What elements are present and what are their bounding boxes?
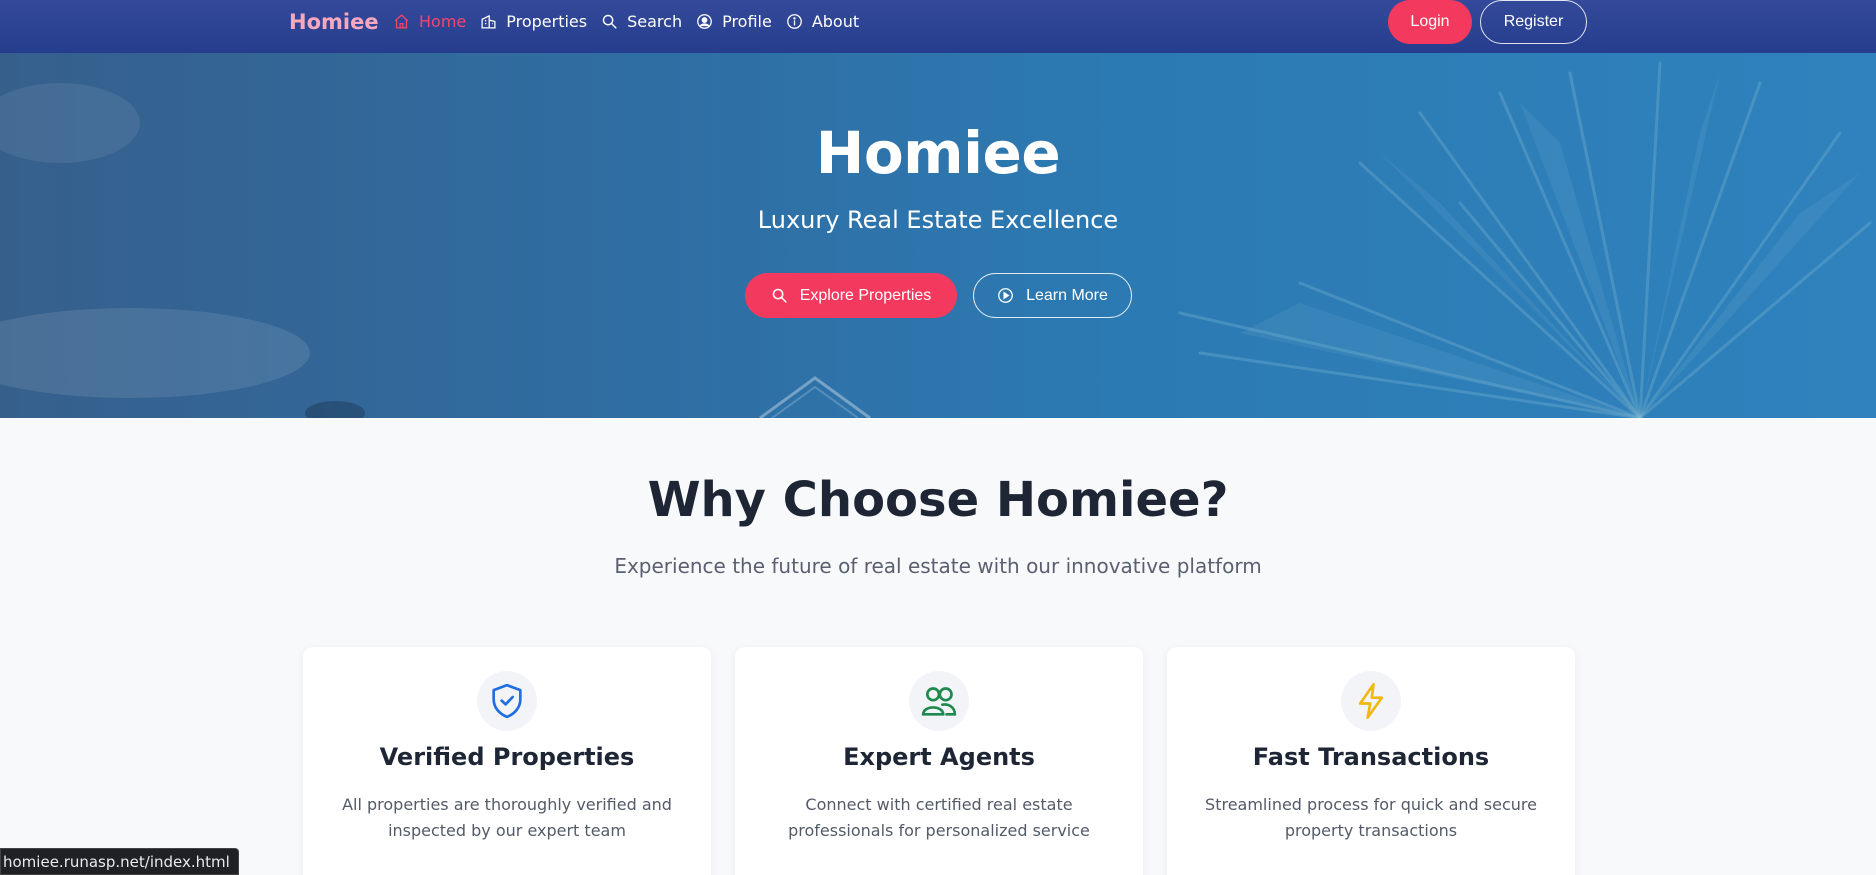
nav-link-label: Properties [506,12,588,31]
feature-card-agents: Expert Agents Connect with certified rea… [735,647,1143,875]
feature-text: Streamlined process for quick and secure… [1205,795,1537,840]
feature-text: All properties are thoroughly verified a… [342,795,672,840]
nav-link-properties[interactable]: Properties [480,12,587,31]
feature-card-verified: Verified Properties All properties are t… [303,647,711,875]
section-title: Why Choose Homiee? [647,472,1229,528]
register-button[interactable]: Register [1480,0,1587,44]
link-status-bar: homiee.runasp.net/index.html [0,848,239,875]
lightning-icon [1358,683,1384,719]
hero-title: Homiee [815,119,1061,187]
top-navbar: Homiee Home Properties Search Profile Ab… [0,0,1876,53]
nav-link-home[interactable]: Home [393,12,466,31]
home-icon [394,14,409,29]
feature-title: Expert Agents [843,743,1035,771]
search-icon [602,14,617,29]
nav-link-label: About [811,12,860,31]
feature-card-transactions: Fast Transactions Streamlined process fo… [1167,647,1575,875]
nav-link-search[interactable]: Search [601,12,682,31]
feature-icon-wrapper [477,671,537,731]
nav-link-about[interactable]: About [786,12,859,31]
hero-section: Homiee Luxury Real Estate Excellence Exp… [0,53,1876,418]
play-circle-icon [998,288,1013,303]
feature-text: Connect with certified real estate profe… [788,795,1090,840]
info-icon [786,14,802,29]
nav-link-profile[interactable]: Profile [696,12,772,31]
feature-icon-wrapper [909,671,969,731]
learn-more-button[interactable]: Learn More [973,273,1132,318]
feature-icon-wrapper [1341,671,1401,731]
search-icon [772,288,787,303]
hero-background-image [0,61,1872,418]
learn-more-label: Learn More [1026,286,1108,304]
shield-check-icon [492,683,522,719]
people-icon [921,687,957,716]
nav-link-label: Profile [722,12,772,31]
hero-subtitle: Luxury Real Estate Excellence [757,206,1119,234]
feature-title: Fast Transactions [1252,743,1490,771]
section-subtitle: Experience the future of real estate wit… [614,554,1262,578]
login-button[interactable]: Login [1388,0,1472,44]
explore-properties-button[interactable]: Explore Properties [745,273,957,318]
brand-logo[interactable]: Homiee [289,10,379,34]
nav-links: Home Properties Search Profile About [393,0,873,43]
nav-link-label: Search [627,12,683,31]
nav-link-label: Home [419,12,467,31]
building-icon [481,15,496,29]
explore-properties-label: Explore Properties [799,286,932,304]
user-circle-icon [697,14,712,29]
feature-title: Verified Properties [379,743,635,771]
